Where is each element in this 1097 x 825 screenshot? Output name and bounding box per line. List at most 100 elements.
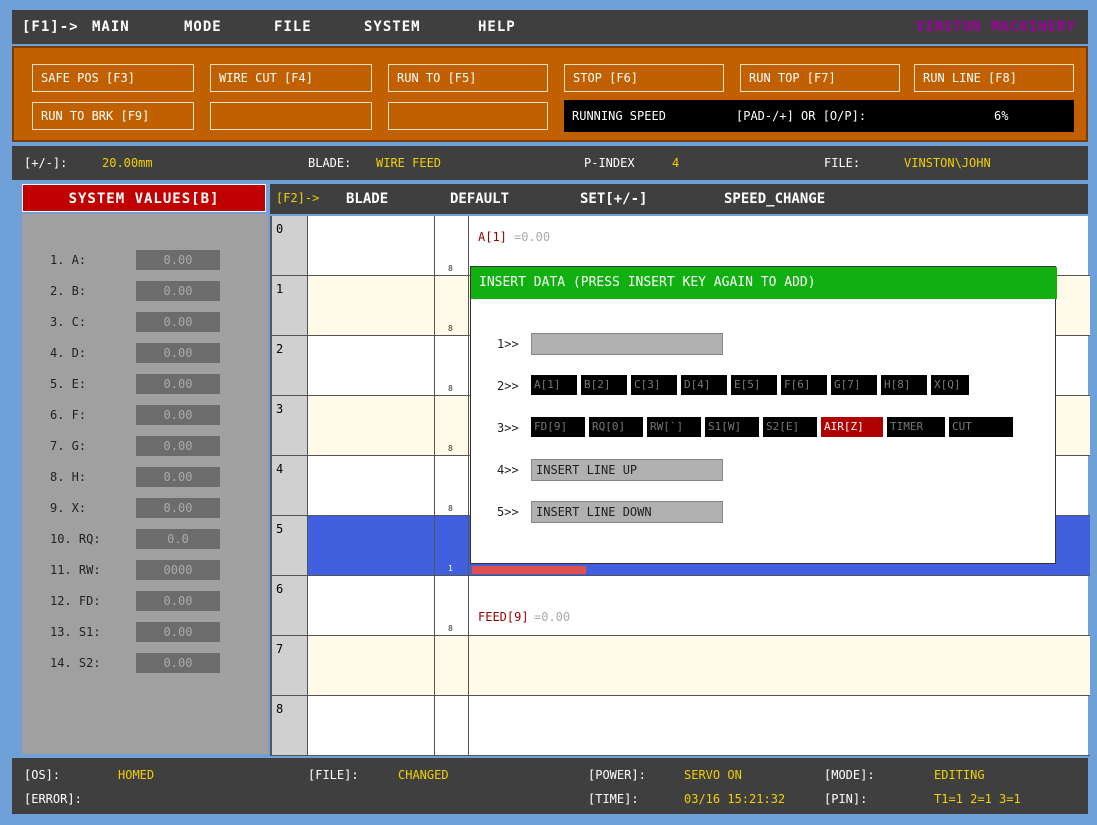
tab-speed-change[interactable]: SPEED_CHANGE: [724, 191, 825, 207]
safe-pos-button[interactable]: SAFE POS [F3]: [32, 64, 194, 92]
row-number: 6: [272, 576, 308, 636]
row-index-small: 8: [448, 264, 453, 273]
wire-cut-button[interactable]: WIRE CUT [F4]: [210, 64, 372, 92]
insert-chip[interactable]: H[8]: [881, 375, 927, 395]
insert-chip[interactable]: RQ[0]: [589, 417, 643, 437]
system-values-panel: 1. A: 0.00 2. B: 0.00 3. C: 0.00 4. D: 0.00 5. E…: [22, 214, 268, 754]
pindex-label: P-INDEX: [584, 156, 635, 170]
file-value: VINSTON\JOHN: [904, 156, 991, 170]
f1-shortcut-label: [F1]->: [22, 19, 79, 35]
run-top-button[interactable]: RUN TOP [F7]: [740, 64, 900, 92]
system-value-label: 6. F:: [50, 408, 87, 422]
insert-chip[interactable]: FD[9]: [531, 417, 585, 437]
app-window: [F1]-> MAIN MODE FILE SYSTEM HELP VINSTO…: [0, 0, 1097, 825]
step-label: [+/-]:: [24, 156, 68, 170]
row-number: 4: [272, 456, 308, 516]
os-label: [OS]:: [24, 768, 61, 782]
insert-chip[interactable]: G[7]: [831, 375, 877, 395]
insert-line-down-button[interactable]: INSERT LINE DOWN: [531, 501, 723, 523]
menu-system[interactable]: SYSTEM: [364, 19, 421, 35]
toolbar: SAFE POS [F3] WIRE CUT [F4] RUN TO [F5] …: [12, 46, 1088, 142]
system-value-field[interactable]: 0.00: [136, 622, 220, 642]
system-value-label: 8. H:: [50, 470, 87, 484]
system-value-field[interactable]: 0.00: [136, 343, 220, 363]
insert-chip[interactable]: F[6]: [781, 375, 827, 395]
system-value-field[interactable]: 0.00: [136, 436, 220, 456]
system-value-label: 2. B:: [50, 284, 87, 298]
time-label: [TIME]:: [588, 792, 639, 806]
insert-chip[interactable]: S1[W]: [705, 417, 759, 437]
blank-button-2[interactable]: [388, 102, 548, 130]
line0-code: A[1]: [478, 230, 507, 244]
running-speed-label: RUNNING SPEED: [572, 109, 666, 123]
menu-help[interactable]: HELP: [478, 19, 516, 35]
insert-chip[interactable]: CUT: [949, 417, 1013, 437]
power-label: [POWER]:: [588, 768, 646, 782]
system-value-label: 4. D:: [50, 346, 87, 360]
system-value-field[interactable]: 0.00: [136, 653, 220, 673]
menu-main[interactable]: MAIN: [92, 19, 130, 35]
blank-button-1[interactable]: [210, 102, 372, 130]
line6-code: FEED[9]: [478, 610, 529, 624]
grid-divider-2: [468, 216, 469, 756]
program-row[interactable]: [308, 696, 1090, 756]
insert-chip[interactable]: B[2]: [581, 375, 627, 395]
system-value-field[interactable]: 0.00: [136, 374, 220, 394]
run-to-button[interactable]: RUN TO [F5]: [388, 64, 548, 92]
system-value-field[interactable]: 0.00: [136, 250, 220, 270]
insert-chip[interactable]: C[3]: [631, 375, 677, 395]
insert-chip[interactable]: TIMER: [887, 417, 945, 437]
pindex-value: 4: [672, 156, 680, 170]
insert-chip[interactable]: D[4]: [681, 375, 727, 395]
run-to-brk-button[interactable]: RUN TO BRK [F9]: [32, 102, 194, 130]
row-number: 8: [272, 696, 308, 756]
file-label: FILE:: [824, 156, 861, 170]
system-value-label: 13. S1:: [50, 625, 101, 639]
power-value: SERVO ON: [684, 768, 742, 782]
blade-value: WIRE FEED: [376, 156, 442, 170]
stop-button[interactable]: STOP [F6]: [564, 64, 724, 92]
system-value-field[interactable]: 0.00: [136, 312, 220, 332]
program-row[interactable]: [308, 576, 1090, 636]
insert-chip[interactable]: A[1]: [531, 375, 577, 395]
brand-label: VINSTON MACHINERY: [915, 19, 1076, 35]
option-4-label: 4>>: [497, 463, 519, 477]
menu-file[interactable]: FILE: [274, 19, 312, 35]
run-line-button[interactable]: RUN LINE [F8]: [914, 64, 1074, 92]
insert-chip[interactable]: RW[`]: [647, 417, 701, 437]
system-value-label: 11. RW:: [50, 563, 101, 577]
row-index-small: 8: [448, 444, 453, 453]
row-index-small: 8: [448, 624, 453, 633]
running-speed-hint: [PAD-/+] OR [O/P]:: [736, 109, 867, 123]
system-value-field[interactable]: 0.00: [136, 467, 220, 487]
insert-chip[interactable]: E[5]: [731, 375, 777, 395]
system-value-field[interactable]: 0.00: [136, 281, 220, 301]
tab-default[interactable]: DEFAULT: [450, 191, 509, 207]
system-value-field[interactable]: 0.0: [136, 529, 220, 549]
mode-label: [MODE]:: [824, 768, 875, 782]
system-value-label: 12. FD:: [50, 594, 101, 608]
insert-line-up-button[interactable]: INSERT LINE UP: [531, 459, 723, 481]
system-value-field[interactable]: 0.00: [136, 591, 220, 611]
insert-data-title: INSERT DATA (PRESS INSERT KEY AGAIN TO A…: [471, 267, 1057, 299]
menu-mode[interactable]: MODE: [184, 19, 222, 35]
row-index-small: 1: [448, 564, 453, 573]
pin-label: [PIN]:: [824, 792, 868, 806]
option-3-label: 3>>: [497, 421, 519, 435]
program-row[interactable]: [308, 636, 1090, 696]
insert-chip[interactable]: S2[E]: [763, 417, 817, 437]
system-value-field[interactable]: 0000: [136, 560, 220, 580]
tab-set[interactable]: SET[+/-]: [580, 191, 647, 207]
insert-data-dialog: INSERT DATA (PRESS INSERT KEY AGAIN TO A…: [470, 266, 1057, 564]
insert-chip-selected[interactable]: AIR[Z]: [821, 417, 883, 437]
insert-chip[interactable]: X[Q]: [931, 375, 969, 395]
option-1-input[interactable]: [531, 333, 723, 355]
system-value-field[interactable]: 0.00: [136, 405, 220, 425]
system-value-field[interactable]: 0.00: [136, 498, 220, 518]
grid-divider-1: [434, 216, 435, 756]
row-number: 2: [272, 336, 308, 396]
menu-bar: [F1]-> MAIN MODE FILE SYSTEM HELP VINSTO…: [12, 10, 1088, 44]
system-values-title: SYSTEM VALUES[B]: [22, 184, 266, 212]
option-2-label: 2>>: [497, 379, 519, 393]
tab-blade[interactable]: BLADE: [346, 191, 388, 207]
